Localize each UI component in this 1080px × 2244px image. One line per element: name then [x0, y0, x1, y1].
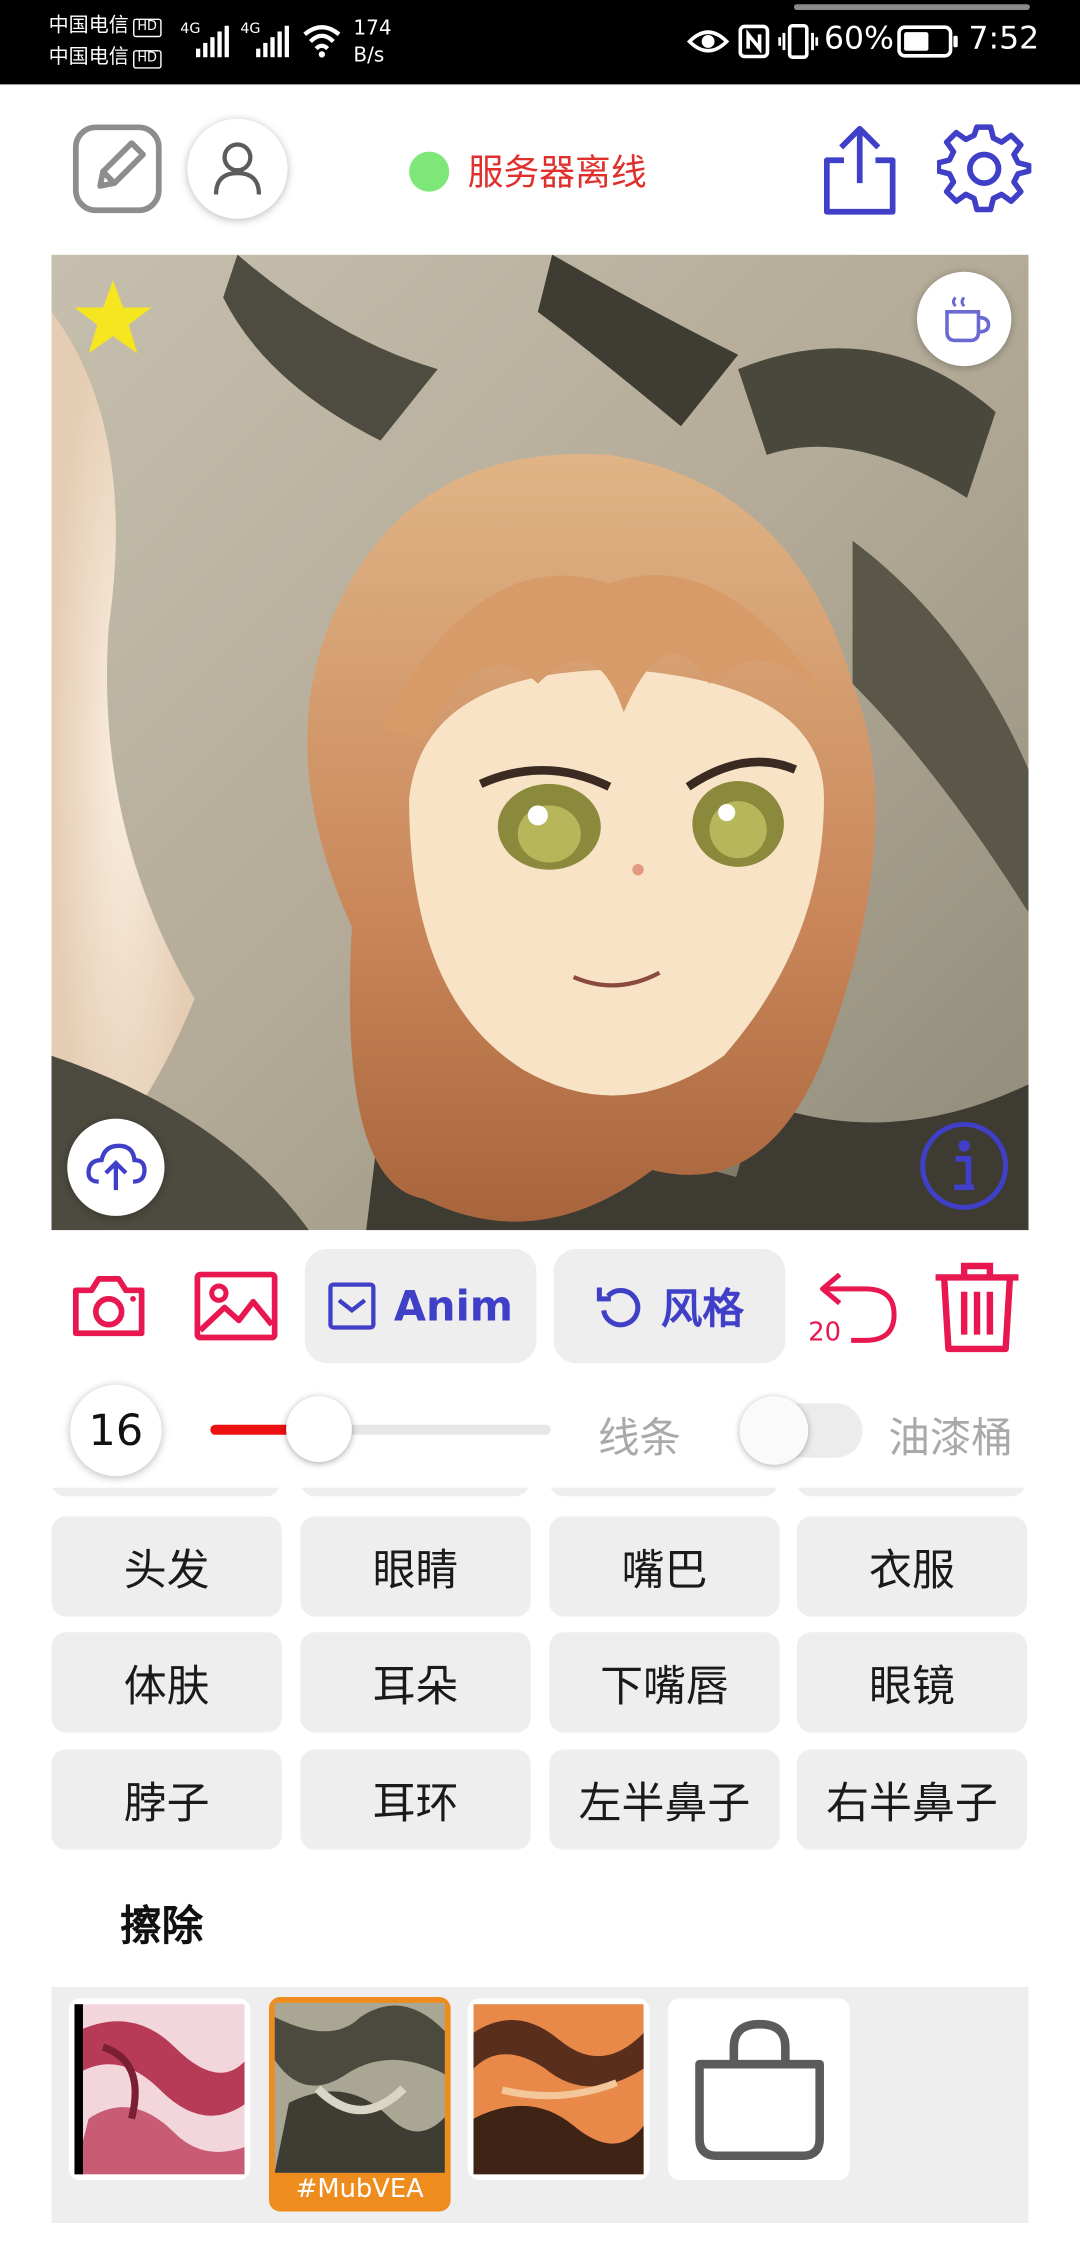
part-button[interactable]: 右半鼻子	[796, 1749, 1028, 1850]
style-button[interactable]: 风格	[553, 1248, 786, 1364]
signal-icon	[256, 25, 289, 58]
clock: 7:52	[968, 21, 1040, 58]
thumbnail-image	[473, 2004, 644, 2175]
trash-button[interactable]	[933, 1260, 1022, 1354]
carrier-name: 中国电信	[48, 45, 129, 69]
server-status-dot	[409, 151, 450, 192]
server-status-text: 服务器离线	[467, 151, 647, 194]
coffee-cup-icon	[945, 296, 991, 343]
part-button[interactable]: 下嘴唇	[549, 1632, 780, 1733]
anim-button[interactable]: Anim	[304, 1248, 537, 1364]
style-thumbnail-selected[interactable]: #MubVEA	[268, 1996, 451, 2212]
favorite-star-icon[interactable]	[72, 278, 155, 358]
upload-button[interactable]	[67, 1118, 165, 1216]
part-button[interactable]: 左半鼻子	[549, 1749, 780, 1850]
brush-size-indicator[interactable]: 16	[70, 1384, 162, 1477]
hd-badge: HD	[133, 50, 162, 69]
edit-icon	[72, 124, 162, 214]
carrier-line-1: 中国电信 HD	[49, 11, 162, 40]
donate-button[interactable]	[916, 271, 1012, 367]
style-shop-button[interactable]	[668, 1998, 850, 2181]
nfc-icon	[738, 24, 770, 59]
carrier-name: 中国电信	[48, 14, 129, 38]
battery-icon	[897, 25, 958, 58]
signal-icon	[195, 25, 229, 58]
thumbnail-image	[74, 2004, 245, 2175]
portrait-image	[51, 254, 1029, 1231]
generated-portrait[interactable]	[51, 254, 1029, 1231]
eye-icon	[686, 30, 730, 53]
settings-button[interactable]	[936, 122, 1032, 216]
thumbnail-image	[274, 2002, 445, 2173]
shopping-bag-icon	[695, 2019, 824, 2161]
carrier-line-2: 中国电信 HD	[49, 43, 162, 72]
draw-mode-button[interactable]	[69, 120, 166, 217]
refresh-icon	[596, 1287, 641, 1328]
brush-size-value: 16	[88, 1405, 144, 1456]
part-button[interactable]: 眼镜	[796, 1632, 1028, 1733]
style-thumbnail[interactable]	[68, 1998, 251, 2181]
style-thumbnail[interactable]	[467, 1998, 650, 2181]
scrolled-row-edge	[0, 1487, 1080, 1499]
camera-button[interactable]	[70, 1270, 147, 1342]
toggle-knob	[739, 1396, 809, 1465]
anim-label: Anim	[393, 1281, 514, 1331]
lines-label: 线条	[597, 1413, 681, 1462]
hd-badge: HD	[133, 18, 162, 38]
erase-button[interactable]: 擦除	[120, 1893, 203, 1953]
part-button[interactable]: 耳环	[300, 1749, 531, 1850]
profile-button[interactable]	[187, 118, 288, 219]
net-speed-unit: B/s	[353, 44, 385, 68]
fill-mode-toggle[interactable]	[739, 1396, 863, 1465]
share-button[interactable]	[815, 120, 904, 220]
part-button[interactable]: 衣服	[796, 1516, 1028, 1617]
vibrate-icon	[778, 23, 819, 60]
notification-handle	[793, 4, 1030, 11]
part-button[interactable]: 眼睛	[300, 1516, 531, 1617]
status-bar: 中国电信 HD 中国电信 HD 4G 4G 174 B/s 60% 7:52	[0, 0, 1080, 85]
part-button[interactable]: 嘴巴	[549, 1516, 780, 1617]
undo-count: 20	[808, 1317, 841, 1348]
gallery-button[interactable]	[193, 1270, 279, 1342]
brush-slider[interactable]	[210, 1396, 551, 1462]
user-icon	[213, 142, 262, 195]
battery-percent: 60%	[823, 21, 894, 58]
checkbox-icon	[328, 1282, 377, 1330]
style-label: 风格	[660, 1284, 744, 1334]
info-icon[interactable]	[917, 1119, 1011, 1213]
part-button[interactable]: 脖子	[51, 1749, 282, 1850]
net-speed-value: 174	[353, 17, 392, 41]
cloud-upload-icon	[86, 1143, 147, 1191]
selected-style-tag: #MubVEA	[295, 2174, 424, 2205]
wifi-icon	[303, 25, 341, 58]
bucket-label: 油漆桶	[888, 1413, 1013, 1462]
style-thumbnail-strip: #MubVEA	[51, 1986, 1029, 2223]
part-button[interactable]: 头发	[51, 1516, 282, 1617]
brush-slider-thumb[interactable]	[286, 1396, 352, 1462]
part-button[interactable]: 耳朵	[300, 1632, 531, 1733]
part-button[interactable]: 体肤	[51, 1632, 282, 1733]
